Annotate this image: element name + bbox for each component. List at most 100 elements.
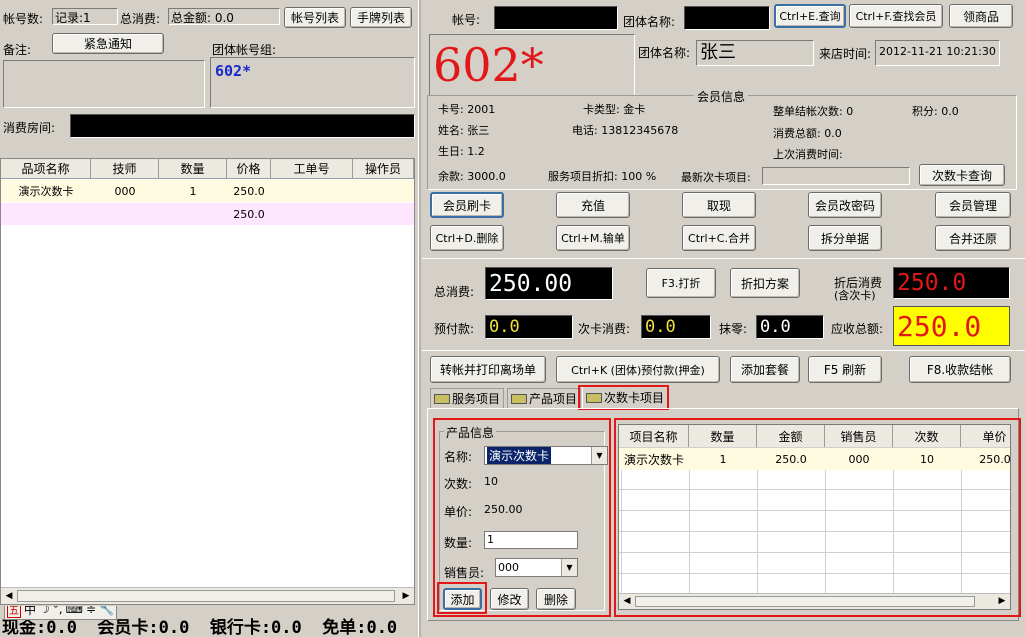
find-member-button[interactable]: Ctrl+F.查找会员 (849, 4, 943, 28)
cell-tech: 000 (114, 184, 136, 198)
query-button[interactable]: Ctrl+E.查询 (774, 4, 846, 28)
scroll-right-icon[interactable]: ▶ (398, 588, 414, 604)
collect-goods-button[interactable]: 领商品 (949, 4, 1013, 28)
ime-toolbar[interactable]: 五 中 ☽ °, ⌨ ≑ 🔧 (4, 606, 117, 620)
group-name-field[interactable] (684, 6, 770, 30)
card-type: 卡类型: 金卡 (583, 103, 646, 116)
note-label: 备注: (3, 43, 32, 57)
ime-menu-icon[interactable]: ≑ (86, 606, 96, 616)
total-spend: 消费总额: 0.0 (773, 127, 842, 140)
merge-button[interactable]: Ctrl+C.合并 (682, 225, 756, 251)
ime-halfwidth-icon[interactable]: ☽ (39, 606, 50, 616)
discount-scheme-button[interactable]: 折扣方案 (730, 268, 800, 298)
group-name-value: 张三 (696, 40, 814, 66)
column-header[interactable]: 技师 (91, 159, 159, 178)
transfer-print-button[interactable]: 转帐并打印离场单 (430, 356, 546, 383)
table-row[interactable]: 演示次数卡 000 1 250.0 (1, 180, 414, 202)
restore-merge-button[interactable]: 合并还原 (935, 225, 1011, 251)
grid-icon (434, 393, 450, 404)
total-label: 总消费: (120, 12, 161, 26)
member-swipe-button[interactable]: 会员刷卡 (430, 192, 504, 218)
quantity-input[interactable]: 1 (484, 531, 578, 549)
column-header[interactable]: 品项名称 (1, 159, 91, 178)
prepay-display: 0.0 (485, 315, 573, 339)
arrival-time-value: 2012-11-21 10:21:30 (875, 40, 1000, 66)
tag-list-button[interactable]: 手牌列表 (350, 7, 412, 28)
chevron-down-icon[interactable]: ▼ (561, 559, 577, 576)
separator (422, 350, 1025, 351)
note-field[interactable] (3, 60, 205, 108)
member-name: 姓名: 张三 (438, 124, 490, 137)
ime-settings-icon[interactable]: 🔧 (99, 606, 114, 616)
ime-wubi-icon[interactable]: 五 (7, 606, 21, 618)
ime-keyboard-icon[interactable]: ⌨ (66, 606, 83, 616)
total-value: 总金额: 0.0 (168, 8, 280, 25)
member-balance: 余款: 3000.0 (438, 170, 506, 183)
product-name-value: 演示次数卡 (487, 447, 552, 464)
separator (422, 258, 1025, 259)
count-label: 次数: (444, 477, 473, 491)
seller-value: 000 (498, 561, 519, 574)
service-discount: 服务项目折扣: 100 % (548, 170, 657, 183)
add-package-button[interactable]: 添加套餐 (730, 356, 800, 383)
split-bill-button[interactable]: 拆分单据 (808, 225, 882, 251)
card-spend-label: 次卡消费: (578, 322, 631, 336)
table-row[interactable]: 250.0 (1, 203, 414, 225)
account-field[interactable] (494, 6, 618, 30)
discount-button[interactable]: F3.打折 (646, 268, 716, 298)
checkout-count: 整单结帐次数: 0 (773, 105, 854, 118)
total-spend-display: 250.00 (485, 267, 613, 300)
amount-due-label: 应收总额: (831, 322, 884, 336)
group-name-label: 团体名称: (623, 15, 676, 29)
splitter[interactable] (418, 0, 421, 637)
horizontal-scrollbar[interactable]: ◀ ▶ (1, 587, 414, 604)
withdraw-button[interactable]: 取现 (682, 192, 756, 218)
ime-chinese-icon[interactable]: 中 (24, 606, 36, 618)
seller-select[interactable]: 000 ▼ (495, 558, 578, 577)
product-info-legend: 产品信息 (444, 424, 497, 441)
seller-label: 销售员: (444, 566, 485, 580)
group-prepay-button[interactable]: Ctrl+K (团体)预付款(押金) (556, 356, 720, 383)
product-name-select[interactable]: 演示次数卡 ▼ (484, 446, 608, 465)
card-number: 卡号: 2001 (438, 103, 496, 116)
ime-punct-icon[interactable]: °, (53, 606, 63, 616)
cell-qty: 1 (189, 184, 197, 198)
account-label: 帐号: (452, 13, 481, 27)
acct-count-value: 记录:1 (52, 8, 118, 25)
room-number-display: 602* (429, 34, 635, 96)
column-header[interactable]: 数量 (159, 159, 227, 178)
scroll-left-icon[interactable]: ◀ (1, 588, 17, 604)
member-manage-button[interactable]: 会员管理 (935, 192, 1011, 218)
last-card-item-label: 最新次卡项目: (681, 171, 751, 184)
delete-button[interactable]: Ctrl+D.删除 (430, 225, 504, 251)
last-spend-time: 上次消费时间: (773, 148, 843, 161)
product-name-label: 名称: (444, 450, 473, 464)
refresh-button[interactable]: F5 刷新 (808, 356, 882, 383)
column-header[interactable]: 操作员 (353, 159, 414, 178)
group-name-label-2: 团体名称: (638, 46, 691, 60)
chevron-down-icon[interactable]: ▼ (591, 447, 607, 464)
change-password-button[interactable]: 会员改密码 (808, 192, 882, 218)
room-field[interactable] (70, 114, 415, 138)
scrollbar-thumb[interactable] (17, 590, 395, 602)
column-header[interactable]: 价格 (227, 159, 271, 178)
group-account-value[interactable]: 602* (210, 57, 415, 108)
checkout-button[interactable]: F8.收款结帐 (909, 356, 1011, 383)
acct-list-button[interactable]: 帐号列表 (284, 7, 346, 28)
tab-service-items[interactable]: 服务项目 (430, 388, 505, 408)
arrival-time-label: 来店时间: (819, 47, 872, 61)
edit-button[interactable]: 修改 (490, 588, 529, 610)
recharge-button[interactable]: 充值 (556, 192, 630, 218)
delete-card-button[interactable]: 删除 (536, 588, 576, 610)
input-order-button[interactable]: Ctrl+M.输单 (556, 225, 630, 251)
card-spend-display: 0.0 (641, 315, 711, 339)
urgent-notice-button[interactable]: 紧急通知 (52, 33, 164, 54)
add-button[interactable]: 添加 (443, 588, 482, 610)
card-query-button[interactable]: 次数卡查询 (919, 164, 1005, 186)
column-header[interactable]: 工单号 (271, 159, 353, 178)
tab-product-items[interactable]: 产品项目 (507, 388, 582, 408)
order-table[interactable]: 品项名称 技师 数量 价格 工单号 操作员 演示次数卡 000 1 250.0 … (0, 158, 415, 605)
unit-price-value: 250.00 (484, 503, 523, 516)
cell-price: 250.0 (233, 207, 265, 221)
grid-icon (511, 393, 527, 404)
